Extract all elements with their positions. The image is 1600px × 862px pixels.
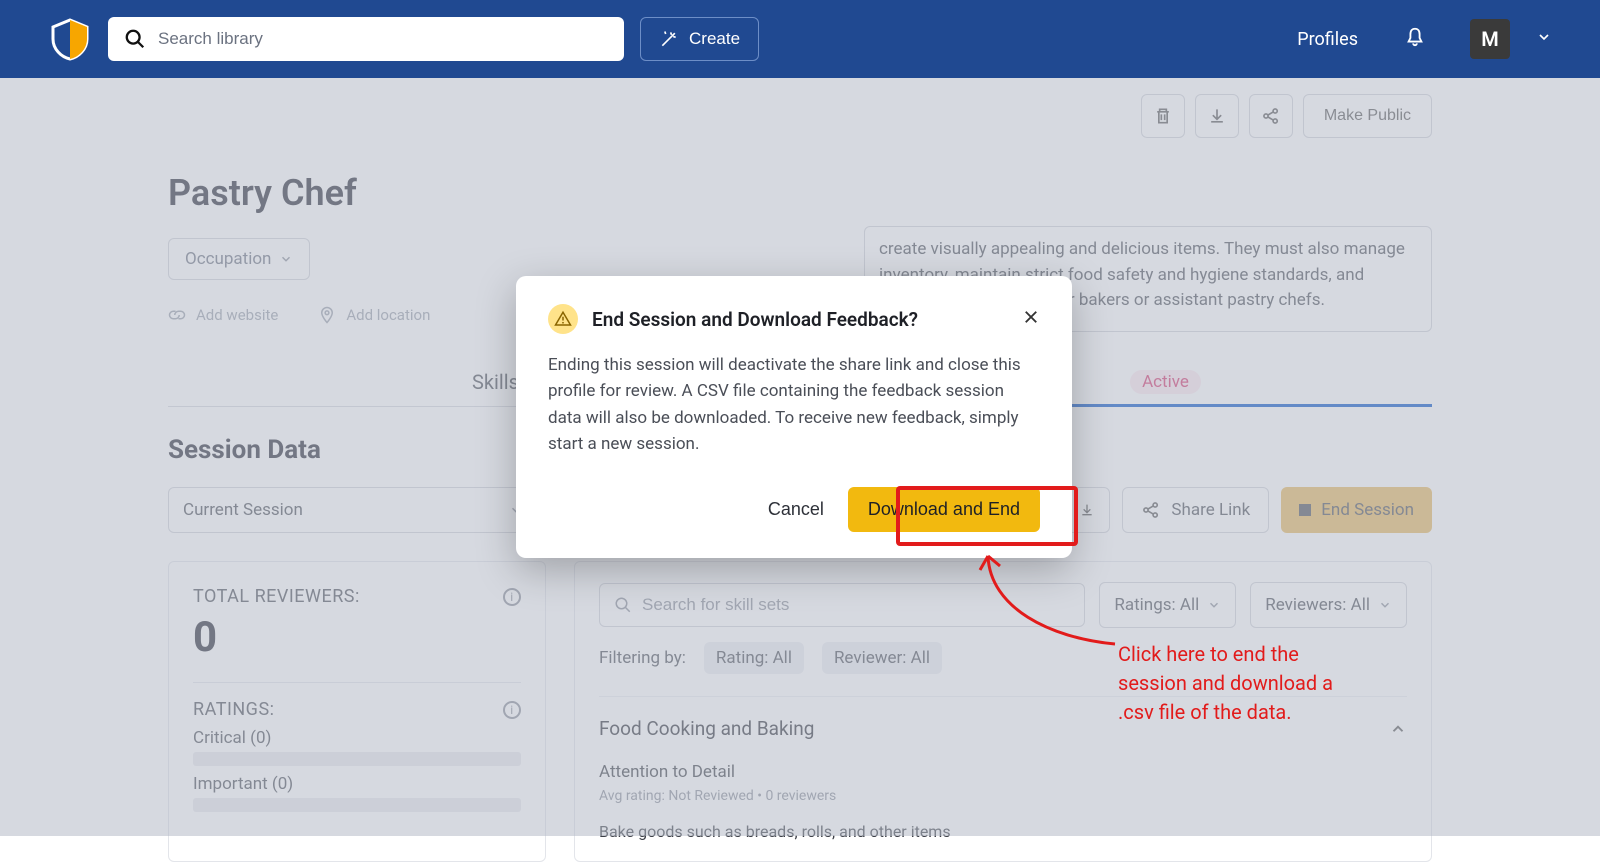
create-button[interactable]: Create [640, 17, 759, 61]
warning-badge [548, 304, 578, 334]
close-icon [1022, 308, 1040, 326]
user-menu-chevron[interactable] [1536, 29, 1552, 49]
brand-logo [48, 17, 92, 61]
magic-wand-icon [659, 29, 679, 49]
user-avatar[interactable]: M [1470, 19, 1510, 59]
end-session-modal: End Session and Download Feedback? Endin… [516, 276, 1072, 558]
modal-title: End Session and Download Feedback? [592, 308, 918, 331]
topbar: Create Profiles M [0, 0, 1600, 78]
modal-close-button[interactable] [1022, 308, 1040, 330]
search-icon [124, 28, 146, 50]
notifications-button[interactable] [1404, 26, 1426, 52]
modal-download-end-button[interactable]: Download and End [848, 487, 1040, 532]
warning-triangle-icon [554, 310, 572, 328]
library-search-input[interactable] [158, 29, 608, 49]
bell-icon [1404, 26, 1426, 48]
profiles-link[interactable]: Profiles [1297, 29, 1358, 50]
library-search[interactable] [108, 17, 624, 61]
create-button-label: Create [689, 29, 740, 49]
modal-cancel-button[interactable]: Cancel [768, 499, 824, 520]
avatar-initial: M [1481, 27, 1499, 51]
chevron-down-icon [1536, 29, 1552, 45]
modal-body: Ending this session will deactivate the … [548, 352, 1040, 457]
